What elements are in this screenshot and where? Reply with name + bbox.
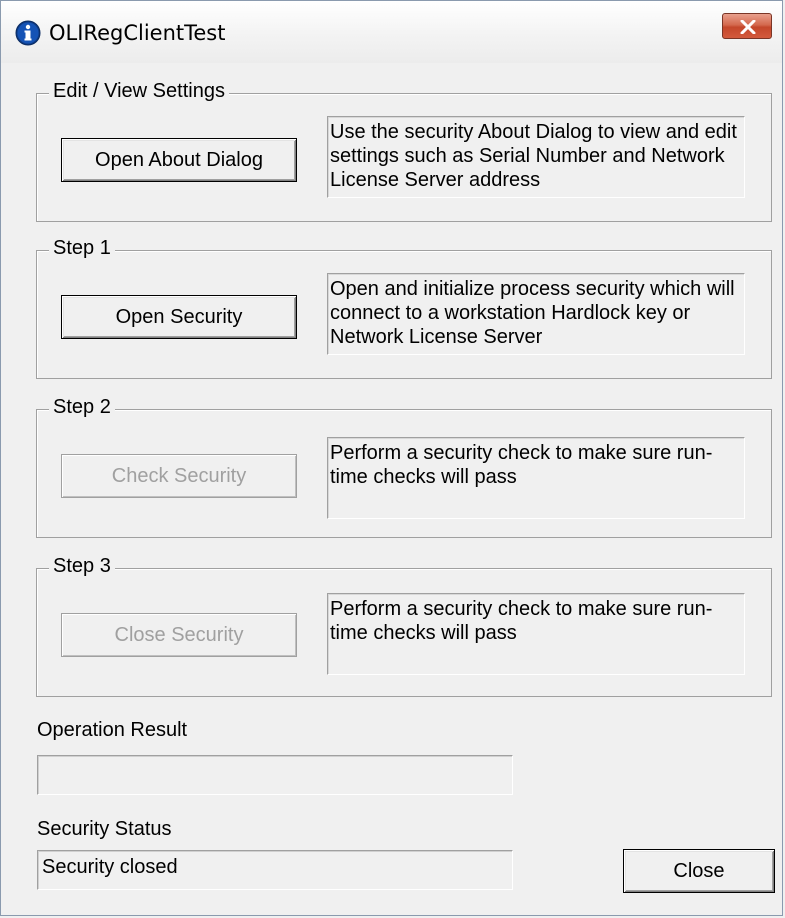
open-security-button[interactable]: Open Security xyxy=(61,295,297,339)
close-button[interactable]: Close xyxy=(623,849,775,893)
group-step-3: Step 3 Close Security Perform a security… xyxy=(36,555,772,697)
operation-result-field xyxy=(37,755,513,795)
window-title: OLIRegClientTest xyxy=(49,21,226,45)
check-security-button[interactable]: Check Security xyxy=(61,454,297,498)
description-text: Perform a security check to make sure ru… xyxy=(327,437,745,519)
group-legend: Step 2 xyxy=(49,396,115,419)
description-text: Use the security About Dialog to view an… xyxy=(327,116,745,198)
description-text: Open and initialize process security whi… xyxy=(327,273,745,355)
open-about-dialog-button[interactable]: Open About Dialog xyxy=(61,138,297,182)
close-security-button[interactable]: Close Security xyxy=(61,613,297,657)
group-legend: Step 1 xyxy=(49,237,115,260)
group-edit-view-settings: Edit / View Settings Open About Dialog U… xyxy=(36,80,772,222)
group-legend: Step 3 xyxy=(49,555,115,578)
security-status-label: Security Status xyxy=(37,818,172,840)
window-close-button[interactable] xyxy=(722,13,772,39)
info-icon xyxy=(15,20,41,46)
group-step-1: Step 1 Open Security Open and initialize… xyxy=(36,237,772,379)
title-bar[interactable]: OLIRegClientTest xyxy=(1,1,782,63)
group-step-2: Step 2 Check Security Perform a security… xyxy=(36,396,772,538)
security-status-field: Security closed xyxy=(37,850,513,890)
group-legend: Edit / View Settings xyxy=(49,80,229,103)
operation-result-label: Operation Result xyxy=(37,719,188,741)
dialog-content: Edit / View Settings Open About Dialog U… xyxy=(7,63,776,909)
description-text: Perform a security check to make sure ru… xyxy=(327,593,745,675)
dialog-window: OLIRegClientTest Edit / View Settings Op… xyxy=(0,0,783,916)
